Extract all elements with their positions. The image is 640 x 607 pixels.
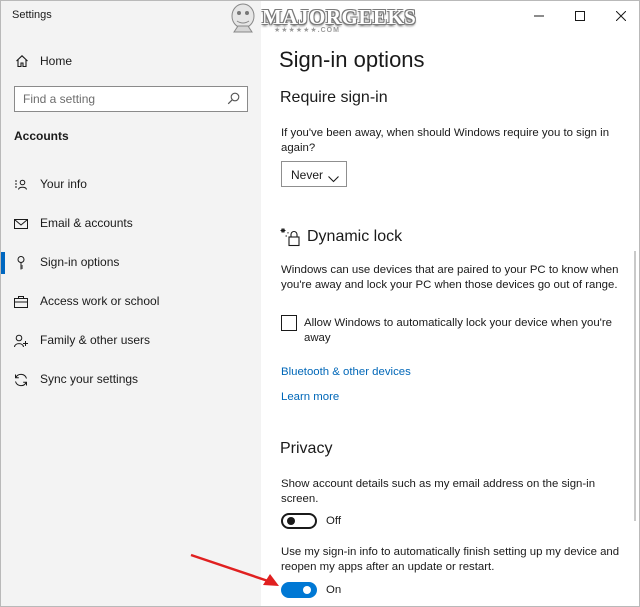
dynamic-lock-description: Windows can use devices that are paired … bbox=[281, 264, 619, 291]
sidebar-item-email-accounts[interactable]: Email & accounts bbox=[1, 204, 261, 243]
sidebar-item-family-users[interactable]: Family & other users bbox=[1, 321, 261, 360]
mascot-icon bbox=[231, 3, 255, 33]
close-icon bbox=[615, 11, 626, 21]
require-signin-dropdown[interactable]: Never bbox=[281, 161, 347, 187]
sync-icon bbox=[13, 372, 29, 388]
chevron-down-icon bbox=[328, 170, 339, 183]
signin-info-description: Use my sign-in info to automatically fin… bbox=[281, 546, 620, 573]
window-controls bbox=[518, 1, 639, 31]
dynamic-lock-icon bbox=[280, 226, 302, 248]
dropdown-value: Never bbox=[291, 168, 324, 182]
sidebar-item-access-work[interactable]: Access work or school bbox=[1, 282, 261, 321]
sidebar-item-sign-in-options[interactable]: Sign-in options bbox=[1, 243, 261, 282]
minimize-icon bbox=[533, 15, 544, 17]
close-button[interactable] bbox=[600, 1, 639, 31]
mail-icon bbox=[13, 216, 29, 232]
sidebar-item-your-info[interactable]: Your info bbox=[1, 165, 261, 204]
sidebar: Settings Home Accounts Your info bbox=[1, 1, 261, 606]
search-icon[interactable] bbox=[227, 92, 240, 105]
person-card-icon bbox=[13, 177, 29, 193]
sidebar-item-label: Sign-in options bbox=[40, 255, 120, 269]
maximize-icon bbox=[574, 11, 585, 21]
home-nav-item[interactable]: Home bbox=[1, 47, 261, 75]
accounts-heading: Accounts bbox=[14, 129, 69, 143]
dynamic-lock-heading: Dynamic lock bbox=[307, 228, 403, 245]
app-title: Settings bbox=[12, 9, 52, 21]
briefcase-icon bbox=[13, 294, 29, 310]
privacy-heading: Privacy bbox=[280, 440, 333, 457]
account-details-state: Off bbox=[326, 515, 341, 527]
sidebar-item-label: Family & other users bbox=[40, 333, 151, 347]
maximize-button[interactable] bbox=[559, 1, 600, 31]
annotation-arrow-icon bbox=[190, 553, 279, 586]
scrollbar[interactable] bbox=[634, 251, 636, 521]
sidebar-item-label: Your info bbox=[40, 177, 87, 191]
majorgeeks-watermark: MAJORGEEKS ★★★★★★.COM bbox=[212, 1, 416, 37]
signin-info-state: On bbox=[326, 584, 342, 596]
dynamic-lock-checkbox-label[interactable]: Allow Windows to automatically lock your… bbox=[304, 316, 639, 346]
toggle-knob bbox=[287, 517, 295, 525]
add-person-icon bbox=[13, 333, 29, 349]
sidebar-item-label: Access work or school bbox=[40, 294, 160, 308]
settings-window: Settings Home Accounts Your info bbox=[0, 0, 640, 607]
sidebar-item-label: Sync your settings bbox=[40, 372, 139, 386]
active-indicator bbox=[1, 252, 5, 274]
sidebar-item-label: Email & accounts bbox=[40, 216, 133, 230]
require-signin-description: If you've been away, when should Windows… bbox=[281, 127, 610, 154]
minimize-button[interactable] bbox=[518, 1, 559, 31]
bluetooth-devices-link[interactable]: Bluetooth & other devices bbox=[281, 366, 411, 378]
account-details-description: Show account details such as my email ad… bbox=[281, 478, 596, 505]
toggle-knob bbox=[303, 586, 311, 594]
require-signin-heading: Require sign-in bbox=[280, 89, 388, 106]
account-details-toggle[interactable] bbox=[281, 513, 317, 529]
learn-more-link[interactable]: Learn more bbox=[281, 391, 339, 403]
dynamic-lock-checkbox[interactable] bbox=[281, 315, 297, 331]
key-icon bbox=[13, 255, 29, 271]
watermark-subtext: ★★★★★★.COM bbox=[274, 27, 340, 34]
accounts-nav-list: Your info Email & accounts Sign-in optio… bbox=[1, 165, 261, 399]
page-title: Sign-in options bbox=[279, 47, 425, 72]
search-box[interactable] bbox=[14, 86, 248, 112]
home-label: Home bbox=[40, 54, 73, 68]
sidebar-item-sync-settings[interactable]: Sync your settings bbox=[1, 360, 261, 399]
home-icon bbox=[15, 54, 29, 68]
search-input[interactable] bbox=[15, 87, 215, 111]
